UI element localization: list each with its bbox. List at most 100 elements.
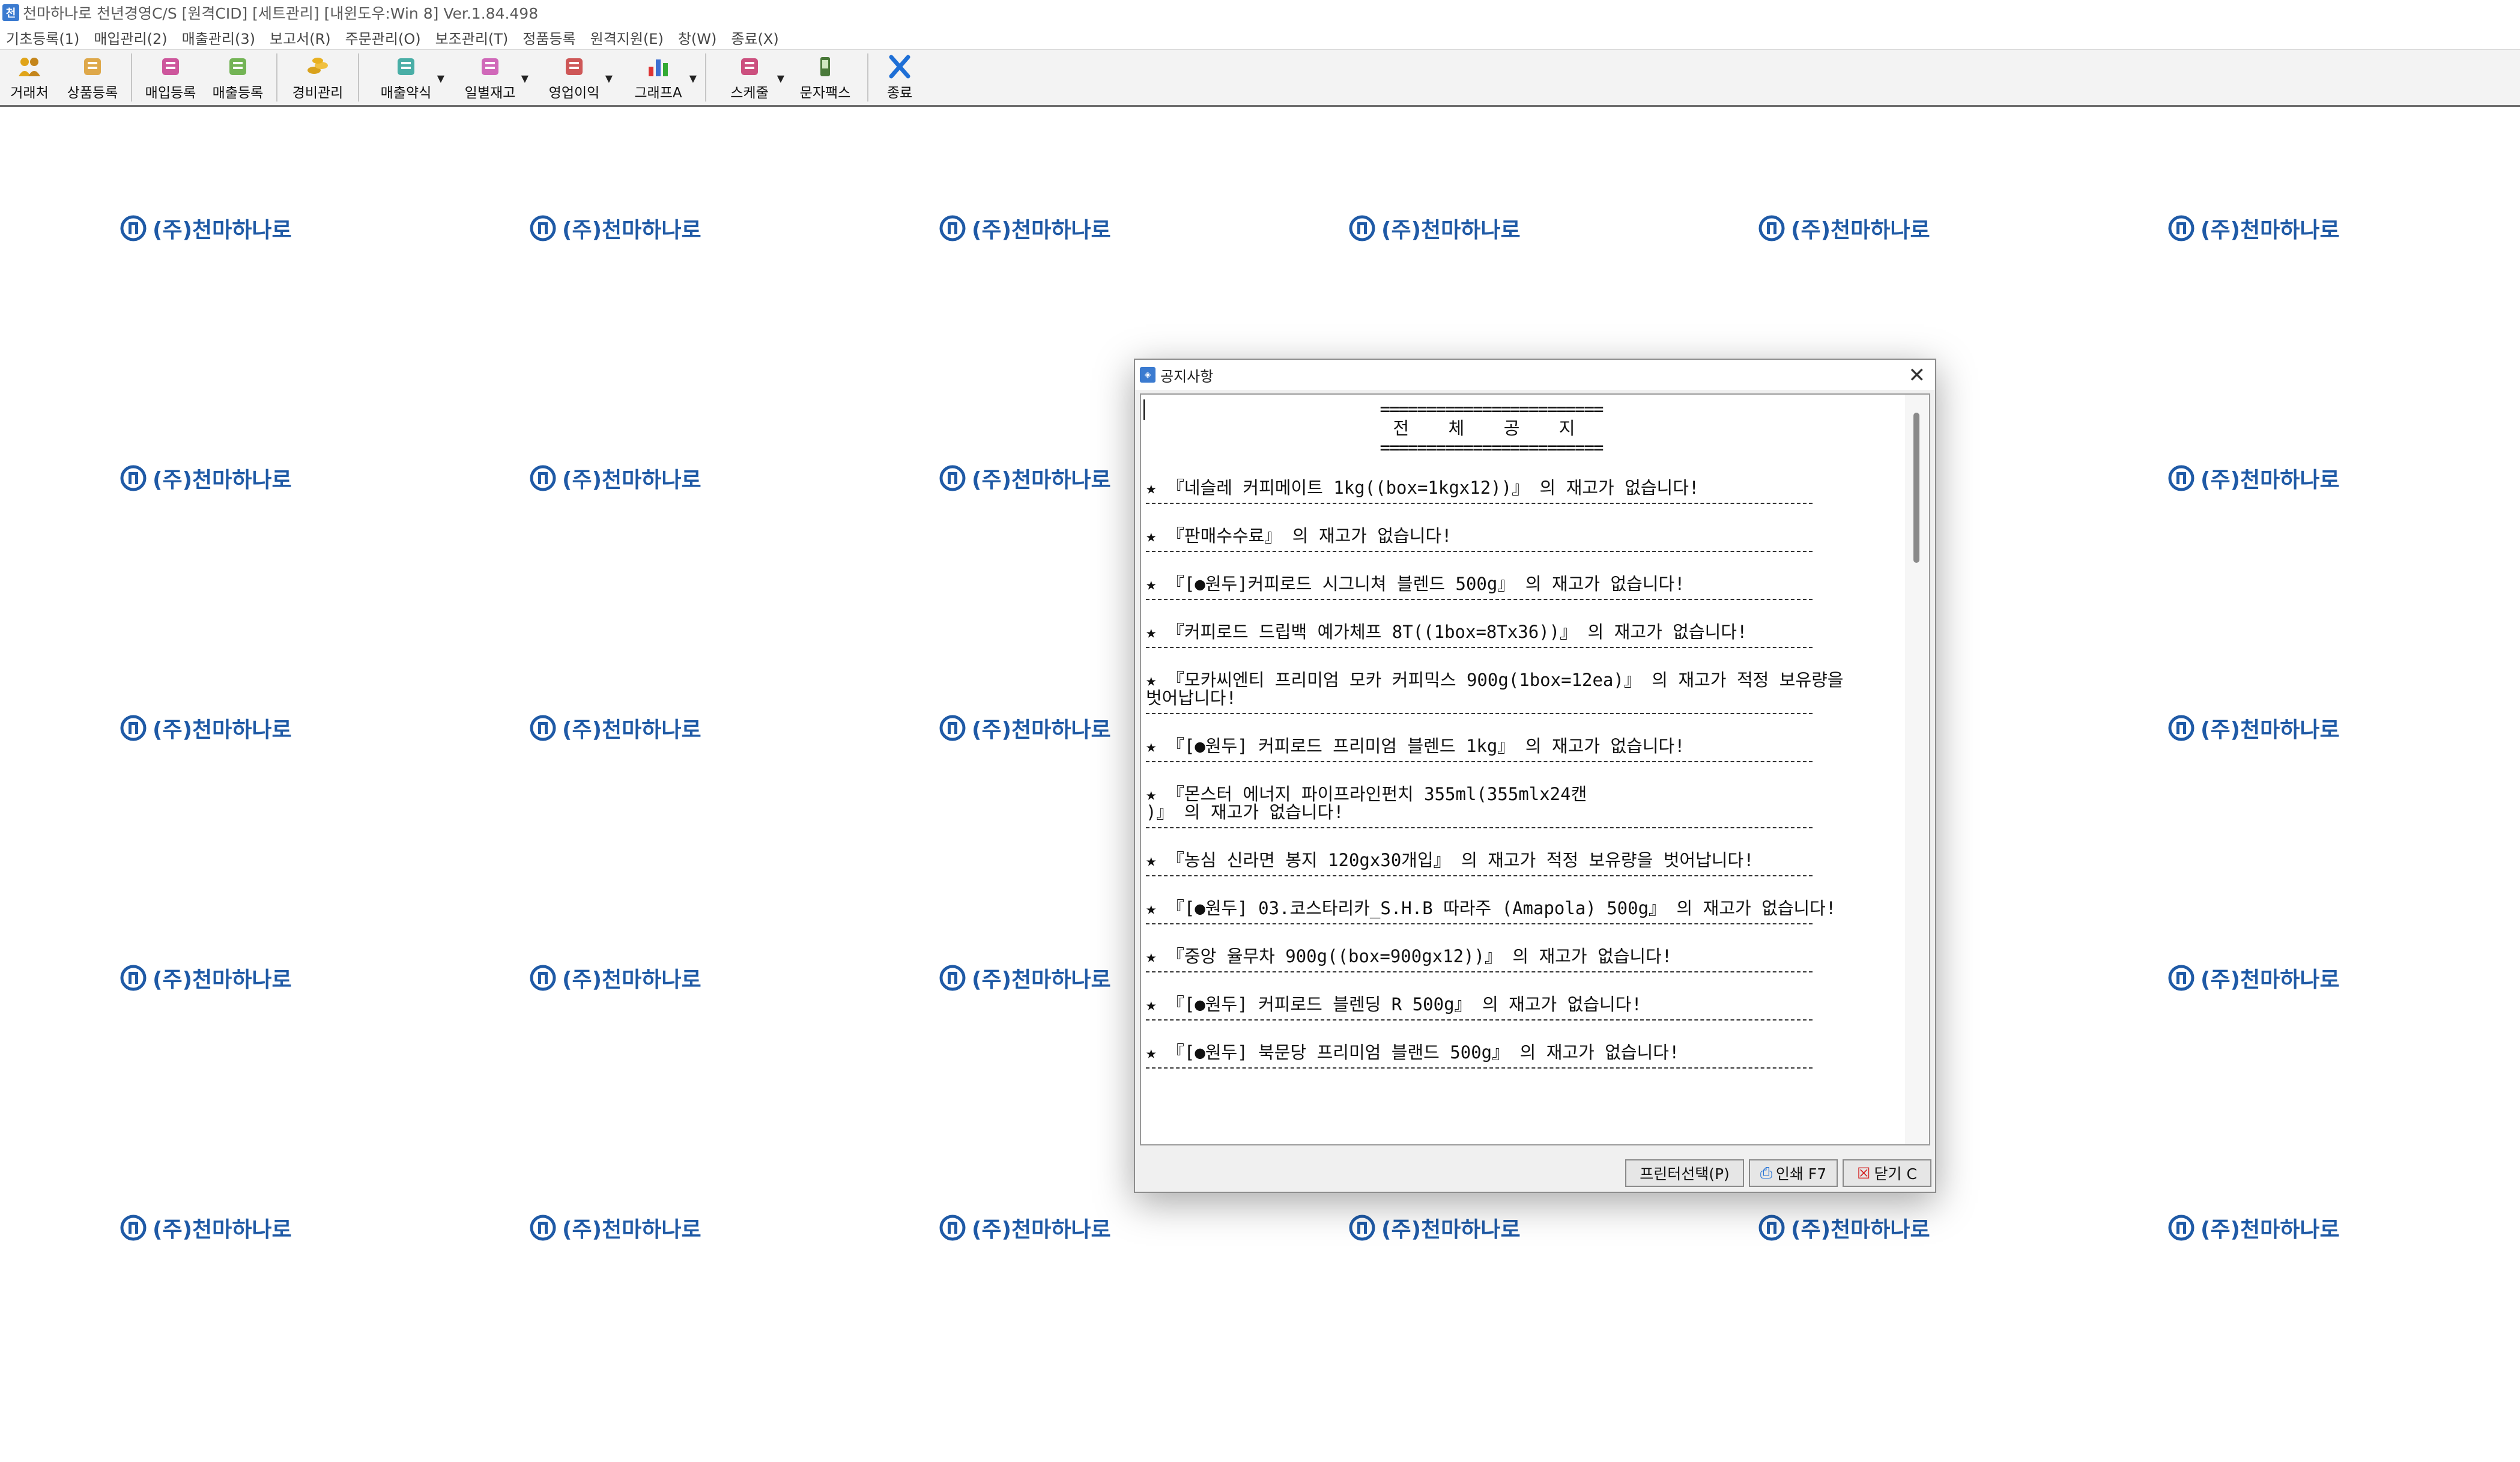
notice-item-divider <box>1146 503 1813 504</box>
company-logo-icon <box>120 1215 147 1241</box>
company-watermark: (주)천마하나로 <box>120 712 292 744</box>
menu-item[interactable]: 창(W) <box>671 27 724 48</box>
toolbar-button[interactable]: 영업이익 ▼ <box>532 50 616 105</box>
toolbar-button[interactable]: 매출약식 ▼ <box>364 50 448 105</box>
notice-item: ★ 『커피로드 드립백 예가체프 8T((1box=8Tx36))』 의 재고가… <box>1146 623 1837 648</box>
watermark-text: (주)천마하나로 <box>2200 968 2340 992</box>
toolbar-separator <box>131 53 132 102</box>
toolbar-button[interactable]: 일별재고 ▼ <box>448 50 532 105</box>
notice-item-text: ★ 『모카씨엔티 프리미엄 모카 커피믹스 900g(1box=12ea)』 의… <box>1146 670 1844 708</box>
watermark-text: (주)천마하나로 <box>2200 718 2340 742</box>
company-watermark: (주)천마하나로 <box>2168 463 2340 494</box>
toolbar-button-label: 거래처 <box>10 85 49 101</box>
menu-item[interactable]: 매출관리(3) <box>175 27 262 48</box>
notice-item-divider <box>1146 1067 1813 1069</box>
dropdown-arrow-icon[interactable]: ▼ <box>521 73 529 84</box>
goods-icon <box>84 58 101 75</box>
menu-item[interactable]: 매입관리(2) <box>86 27 174 48</box>
menu-item[interactable]: 보고서(R) <box>262 27 338 48</box>
toolbar-button[interactable]: 경비관리 <box>282 50 353 105</box>
toolbar-button[interactable]: 거래처 <box>0 50 59 105</box>
notice-item-divider <box>1146 827 1813 828</box>
dropdown-arrow-icon[interactable]: ▼ <box>689 73 697 84</box>
company-watermark: (주)천마하나로 <box>2168 712 2340 744</box>
bar-graph-icon <box>649 59 668 76</box>
notice-item-text: ★ 『판매수수료』 의 재고가 없습니다! <box>1146 526 1452 546</box>
window-title-bar: 천 천마하나로 천년경영C/S [원격CID] [세트관리] [내윈도우:Win… <box>0 0 2520 25</box>
toolbar-button[interactable]: 매입등록 <box>137 50 204 105</box>
dialog-title-bar[interactable]: ◈ 공지사항 ✕ <box>1135 360 1935 390</box>
toolbar-button[interactable]: 그래프A ▼ <box>616 50 700 105</box>
notice-item-text: ★ 『네슬레 커피메이트 1kg((box=1kgx12))』 의 재고가 없습… <box>1146 478 1700 498</box>
company-logo-icon <box>939 1215 966 1241</box>
text-caret <box>1143 399 1145 420</box>
dialog-close-icon[interactable]: ✕ <box>1909 363 1926 387</box>
company-logo-icon <box>530 1215 556 1241</box>
menu-item[interactable]: 종료(X) <box>724 27 786 48</box>
watermark-text: (주)천마하나로 <box>153 218 292 243</box>
company-watermark: (주)천마하나로 <box>939 213 1111 244</box>
notice-item-divider <box>1146 923 1813 924</box>
company-watermark: (주)천마하나로 <box>1349 1212 1521 1243</box>
notice-item: ★ 『[●원두] 03.코스타리카_S.H.B 따라주 (Amapola) 50… <box>1146 899 1837 924</box>
watermark-text: (주)천마하나로 <box>562 218 701 243</box>
dropdown-arrow-icon[interactable]: ▼ <box>437 73 444 84</box>
watermark-text: (주)천마하나로 <box>1381 1218 1521 1242</box>
menu-item[interactable]: 원격지원(E) <box>583 27 671 48</box>
watermark-text: (주)천마하나로 <box>972 1218 1111 1242</box>
toolbar-button-label: 영업이익 <box>548 85 600 101</box>
notice-item: ★ 『중앙 율무차 900g((box=900gx12))』 의 재고가 없습니… <box>1146 947 1837 972</box>
dropdown-arrow-icon[interactable]: ▼ <box>605 73 613 84</box>
company-watermark: (주)천마하나로 <box>530 712 701 744</box>
company-logo-icon <box>2168 1215 2194 1241</box>
company-logo-icon <box>120 715 147 741</box>
notice-item: ★ 『몬스터 에너지 파이프라인펀치 355ml(355mlx24캔 )』 의 … <box>1146 785 1837 828</box>
dialog-footer: 프린터선택(P) ⎙ 인쇄 F7 ☒ 닫기 C <box>1135 1152 1935 1192</box>
window-title: 천마하나로 천년경영C/S [원격CID] [세트관리] [내윈도우:Win 8… <box>23 5 539 22</box>
notice-text-area[interactable]: ======================== 전 체 공 지 =======… <box>1140 393 1930 1145</box>
notice-item-divider <box>1146 713 1813 714</box>
company-watermark: (주)천마하나로 <box>120 213 292 244</box>
people-icon <box>19 58 40 76</box>
toolbar-button[interactable]: 종료 <box>873 50 926 105</box>
notice-item: ★ 『[●원두] 커피로드 프리미엄 블렌드 1kg』 의 재고가 없습니다! <box>1146 737 1837 762</box>
header-rule-top: ======================== <box>1380 402 1604 416</box>
print-button[interactable]: ⎙ 인쇄 F7 <box>1749 1159 1838 1187</box>
dropdown-arrow-icon[interactable]: ▼ <box>777 73 784 84</box>
print-label: 인쇄 F7 <box>1775 1165 1827 1183</box>
toolbar-button[interactable]: 문자팩스 <box>788 50 862 105</box>
toolbar-button[interactable]: 스케줄 ▼ <box>711 50 788 105</box>
company-logo-icon <box>1349 215 1375 241</box>
vertical-scrollbar[interactable] <box>1905 395 1929 1144</box>
notice-item: ★ 『[●원두] 북문당 프리미엄 블랜드 500g』 의 재고가 없습니다! <box>1146 1043 1837 1069</box>
toolbar-button[interactable]: 상품등록 <box>59 50 126 105</box>
toolbar-button-label: 상품등록 <box>67 85 118 101</box>
close-button[interactable]: ☒ 닫기 C <box>1843 1159 1931 1187</box>
dialog-app-icon: ◈ <box>1140 367 1156 383</box>
notice-item-divider <box>1146 971 1813 972</box>
printer-select-button[interactable]: 프린터선택(P) <box>1625 1159 1744 1187</box>
company-watermark: (주)천마하나로 <box>120 962 292 993</box>
company-watermark: (주)천마하나로 <box>530 962 701 993</box>
profit-icon <box>566 58 583 75</box>
menu-item[interactable]: 주문관리(O) <box>338 27 428 48</box>
menu-item[interactable]: 정품등록 <box>515 27 583 48</box>
company-watermark: (주)천마하나로 <box>939 712 1111 744</box>
notice-item: ★ 『모카씨엔티 프리미엄 모카 커피믹스 900g(1box=12ea)』 의… <box>1146 671 1844 714</box>
quick-sales-icon <box>398 58 414 75</box>
notice-item-divider <box>1146 761 1813 762</box>
watermark-text: (주)천마하나로 <box>562 718 701 742</box>
toolbar-button[interactable]: 매출등록 <box>204 50 271 105</box>
menu-item[interactable]: 보조관리(T) <box>428 27 516 48</box>
toolbar-separator <box>867 53 868 102</box>
company-logo-icon <box>120 965 147 991</box>
scrollbar-thumb[interactable] <box>1913 413 1919 563</box>
notice-item-text: ★ 『[●원두] 커피로드 블렌딩 R 500g』 의 재고가 없습니다! <box>1146 994 1642 1015</box>
company-logo-icon <box>939 465 966 491</box>
sales-icon <box>229 58 246 75</box>
menu-item[interactable]: 기초등록(1) <box>0 27 86 48</box>
notice-item-text: ★ 『[●원두] 북문당 프리미엄 블랜드 500g』 의 재고가 없습니다! <box>1146 1042 1680 1063</box>
schedule-icon <box>741 58 758 75</box>
watermark-text: (주)천마하나로 <box>562 968 701 992</box>
company-watermark: (주)천마하나로 <box>939 463 1111 494</box>
